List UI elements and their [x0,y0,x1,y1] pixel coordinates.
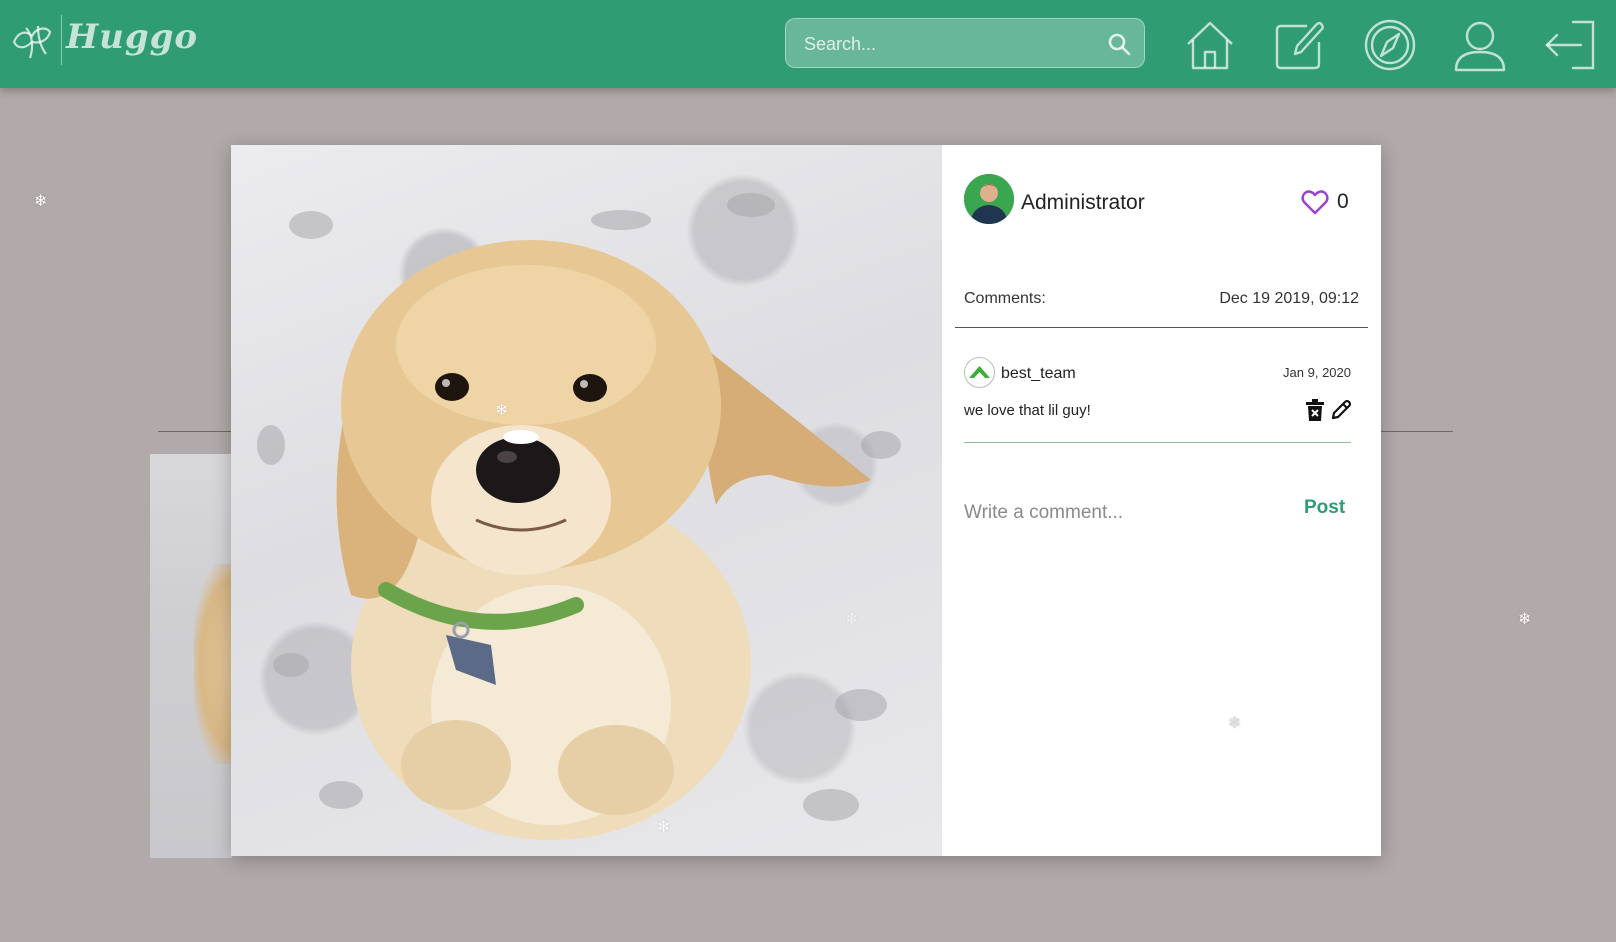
logo-divider [61,15,62,65]
snowflake-icon: ❄ [845,611,859,628]
pencil-icon[interactable] [1330,399,1352,421]
feed-divider [1381,431,1453,432]
post-image[interactable] [231,145,942,856]
top-navbar: Huggo [0,0,1616,88]
post-sidebar: Administrator 0 Comments: Dec 19 2019, 0… [942,145,1381,856]
feed-divider [158,431,232,432]
like-count: 0 [1337,190,1349,213]
puppy-photo [257,193,901,840]
comment-divider [964,442,1351,443]
logout-icon[interactable] [1543,18,1597,72]
snowflake-icon: ❄ [495,402,509,419]
commenter-avatar[interactable] [964,357,995,388]
post-modal: Administrator 0 Comments: Dec 19 2019, 0… [231,145,1381,856]
compass-icon[interactable] [1363,18,1417,72]
snowflake-icon: ❄ [657,819,671,836]
snowflake-icon: ❄ [1518,611,1532,628]
comments-divider [955,327,1368,328]
search-box [785,18,1145,68]
author-avatar-image [964,174,1014,224]
logo-icon[interactable] [8,18,56,66]
feed-post-image[interactable] [150,454,244,858]
comment-text: we love that lil guy! [964,402,1091,419]
search-icon[interactable] [1106,31,1132,57]
comment-username[interactable]: best_team [1001,365,1076,383]
comment-item: best_team Jan 9, 2020 we love that lil g… [964,357,1352,451]
trash-icon[interactable] [1306,399,1324,421]
comment-date: Jan 9, 2020 [1283,365,1351,380]
edit-icon[interactable] [1273,18,1327,72]
team-logo-icon [969,366,990,378]
brand-name[interactable]: Huggo [66,17,198,57]
home-icon[interactable] [1183,18,1237,72]
post-date: Dec 19 2019, 09:12 [1219,290,1359,307]
avatar[interactable] [964,174,1014,224]
author-name[interactable]: Administrator [1021,191,1145,215]
snowflake-icon: ❄ [1228,715,1242,732]
search-input[interactable] [804,31,1104,57]
user-icon[interactable] [1453,18,1507,72]
comments-label: Comments: [964,290,1046,307]
post-comment-button[interactable]: Post [1304,497,1345,519]
heart-icon[interactable] [1301,189,1329,215]
comment-input[interactable] [964,497,1284,529]
snowflake-icon: ❄ [34,193,48,210]
